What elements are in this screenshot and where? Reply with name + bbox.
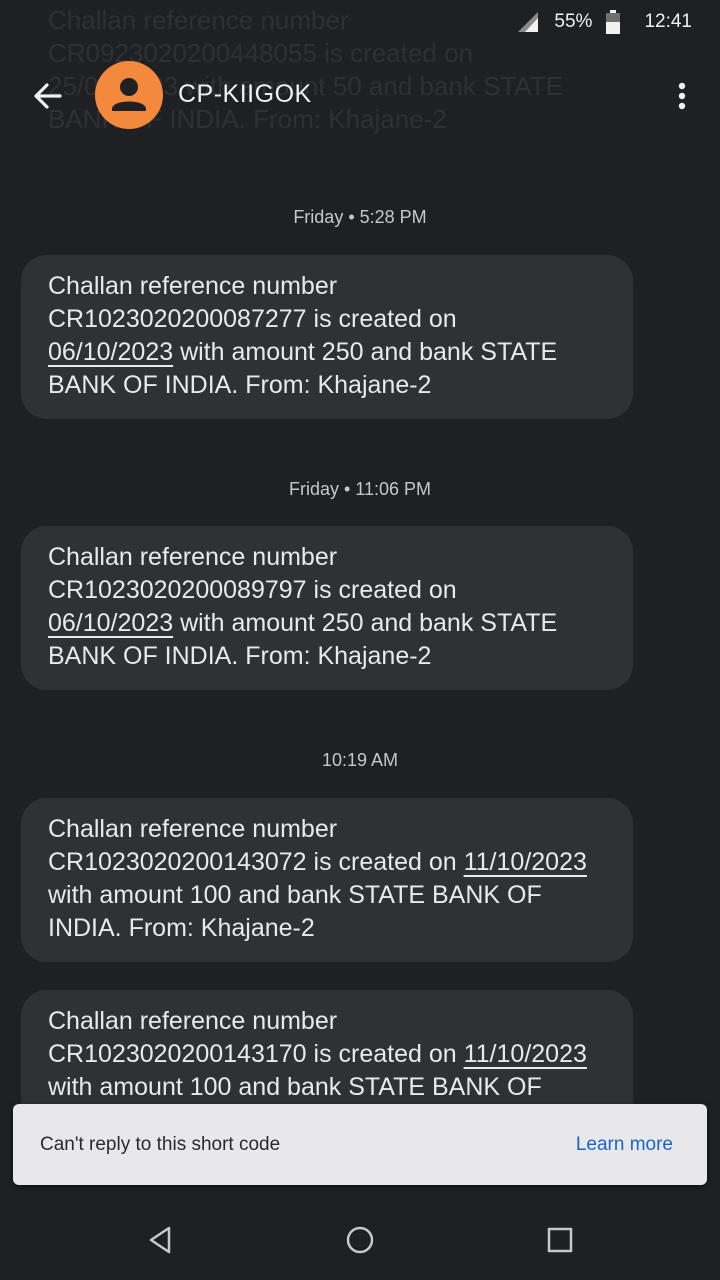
message-text: CR1023020200143072 is created on [48,848,464,876]
nav-home-icon[interactable] [344,1224,376,1256]
contact-avatar[interactable] [95,61,163,129]
date-link[interactable]: 11/10/2023 [464,848,587,876]
message-text: with amount 250 and bank STATE [173,609,558,637]
message-text: CR1023020200143170 is created on [48,1040,464,1068]
back-arrow-icon[interactable] [30,78,66,114]
snackbar-message: Can't reply to this short code [40,1133,281,1155]
message-line: 06/10/2023 with amount 250 and bank STAT… [48,607,609,640]
message-line: with amount 100 and bank STATE BANK OF [48,881,542,909]
battery-percent: 55% [554,11,593,32]
message-line: Challan reference number [48,815,338,843]
app-bar: CP-KIIGOK [0,60,720,132]
message-text: with amount 250 and bank STATE [173,338,558,366]
message-line: CR1023020200143072 is created on 11/10/2… [48,846,609,879]
status-bar: 55% 12:41 [0,0,720,44]
signal-icon [518,12,539,32]
date-link[interactable]: 06/10/2023 [48,338,173,366]
message-timestamp: Friday • 11:06 PM [288,479,432,499]
message-timestamp: 10:19 AM [321,750,399,770]
nav-recents-icon[interactable] [544,1224,576,1256]
message-line: CR1023020200089797 is created on [48,576,457,604]
message-line: Challan reference number [48,1007,338,1035]
message-line: with amount 100 and bank STATE BANK OF [48,1073,542,1101]
learn-more-button[interactable]: Learn more [576,1134,673,1156]
person-icon [112,78,146,111]
navigation-bar [0,1200,720,1280]
contact-name[interactable]: CP-KIIGOK [178,80,312,109]
date-link[interactable]: 11/10/2023 [464,1040,587,1068]
message-bubble[interactable]: Challan reference number CR1023020200087… [21,255,633,419]
nav-back-icon[interactable] [144,1224,176,1256]
message-line: CR1023020200087277 is created on [48,305,457,333]
snackbar: Can't reply to this short code Learn mor… [13,1104,707,1185]
message-line: INDIA. From: Khajane-2 [48,914,315,942]
message-line: CR1023020200143170 is created on 11/10/2… [48,1038,609,1071]
date-link[interactable]: 06/10/2023 [48,609,173,637]
message-line: Challan reference number [48,272,338,300]
message-bubble[interactable]: Challan reference number CR1023020200143… [21,798,633,962]
message-line: BANK OF INDIA. From: Khajane-2 [48,371,432,399]
message-bubble[interactable]: Challan reference number CR1023020200089… [21,526,633,690]
clock: 12:41 [644,11,692,32]
more-options-icon[interactable] [670,78,694,114]
message-line: 06/10/2023 with amount 250 and bank STAT… [48,336,609,369]
message-line: Challan reference number [48,543,338,571]
battery-icon [606,10,621,34]
message-timestamp: Friday • 5:28 PM [293,207,427,227]
message-line: BANK OF INDIA. From: Khajane-2 [48,642,432,670]
